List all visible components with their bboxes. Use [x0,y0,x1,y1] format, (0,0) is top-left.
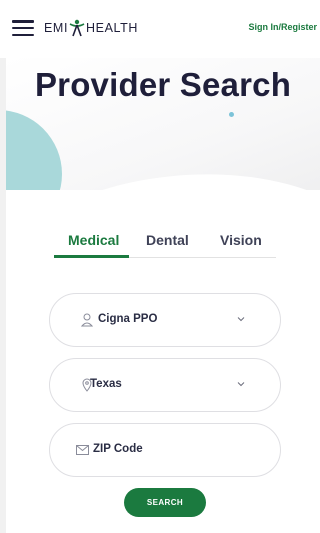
sign-in-register-link[interactable]: Sign In/Register [248,22,317,32]
search-button[interactable]: SEARCH [124,488,206,517]
search-panel: Medical Dental Vision Cigna PPO Texas ZI… [6,190,320,533]
plan-select[interactable]: Cigna PPO [49,293,281,347]
plan-select-value: Cigna PPO [98,313,158,325]
hero-banner: Provider Search [6,58,320,208]
logo-text-health: HEALTH [86,21,139,35]
user-icon [81,313,93,327]
tab-dental[interactable]: Dental [146,232,189,248]
emi-health-logo[interactable]: EMI HEALTH [44,19,138,37]
tab-bar: Medical Dental Vision [54,228,276,258]
chevron-down-icon [237,382,245,387]
header: EMI HEALTH Sign In/Register [0,0,320,58]
logo-figure-icon [69,19,85,37]
tab-medical[interactable]: Medical [68,232,119,248]
page: EMI HEALTH Sign In/Register Provider Sea… [0,0,320,533]
zip-code-placeholder: ZIP Code [93,443,143,455]
tab-vision[interactable]: Vision [220,232,262,248]
envelope-icon [76,445,89,455]
hamburger-menu-icon[interactable] [12,20,34,36]
zip-code-field[interactable]: ZIP Code [49,423,281,477]
state-select-value: Texas [90,378,122,390]
state-select[interactable]: Texas [49,358,281,412]
active-tab-indicator [54,255,129,258]
decorative-dot [229,112,234,117]
logo-text-emi: EMI [44,21,69,35]
chevron-down-icon [237,317,245,322]
page-title: Provider Search [34,66,292,103]
